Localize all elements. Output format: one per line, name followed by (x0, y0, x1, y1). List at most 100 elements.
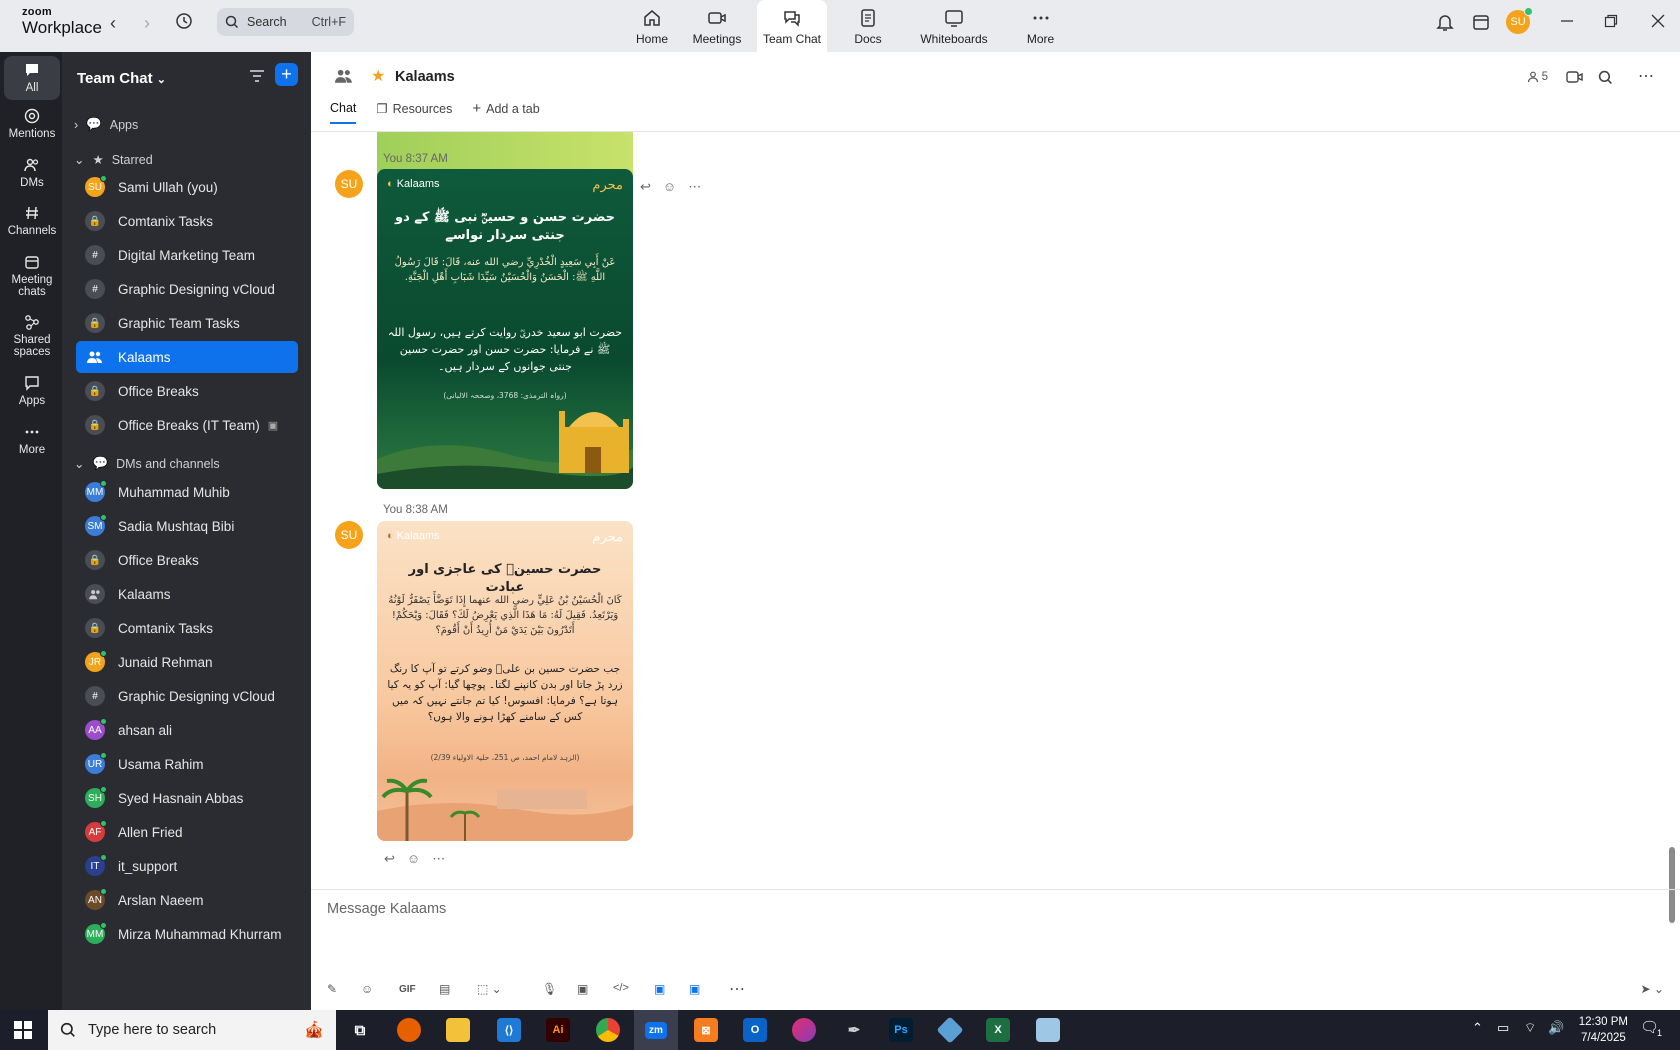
reply-icon[interactable]: ↩ (640, 179, 651, 195)
file-explorer-icon[interactable] (446, 1018, 470, 1042)
sidebar-item-kalaams[interactable]: Kalaams (76, 341, 298, 373)
sidebar-item-graphic-designing[interactable]: # Graphic Designing vCloud (76, 273, 298, 305)
outlook-icon[interactable]: O (743, 1018, 767, 1042)
tab-home[interactable]: Home (623, 0, 681, 52)
message-image-card[interactable]: ◐ Kalaams محرم حضرت حسن و حسینؓ نبی ﷺ کے… (377, 169, 633, 489)
section-dms[interactable]: ⌄ 💬 DMs and channels (74, 456, 220, 471)
illustrator-icon[interactable]: Ai (546, 1018, 570, 1042)
more-options-icon[interactable]: ⋯ (1638, 66, 1654, 86)
sidebar-item-it-support[interactable]: IT it_support (76, 850, 298, 882)
network-icon[interactable]: ▭ (1497, 1020, 1509, 1036)
taskbar-search-input[interactable]: Type here to search 🎪 (48, 1010, 336, 1050)
search-input[interactable]: Search Ctrl+F (217, 8, 354, 36)
sidebar-item-allen-fried[interactable]: AF Allen Fried (76, 816, 298, 848)
sidebar-item-sadia-mushtaq[interactable]: SM Sadia Mushtaq Bibi (76, 510, 298, 542)
tab-more[interactable]: More (1018, 0, 1063, 52)
creative-cloud-icon[interactable] (792, 1018, 816, 1042)
rail-more[interactable]: More (4, 424, 60, 456)
firefox-icon[interactable] (397, 1018, 421, 1042)
close-icon[interactable] (1651, 14, 1665, 33)
tab-meetings[interactable]: Meetings (685, 0, 749, 52)
sidebar-item-graphic-designing-dm[interactable]: # Graphic Designing vCloud (76, 680, 298, 712)
message-input[interactable]: Message Kalaams (327, 901, 446, 917)
code-snippet-icon[interactable]: </> (613, 982, 629, 994)
video-message-icon[interactable]: ▣ (577, 982, 588, 996)
sidebar-item-digital-marketing[interactable]: # Digital Marketing Team (76, 239, 298, 271)
tab-docs[interactable]: Docs (843, 0, 893, 52)
rail-apps[interactable]: Apps (4, 375, 60, 407)
sidebar-item-office-breaks-dm[interactable]: 🔒 Office Breaks (76, 544, 298, 576)
pen-tool-icon[interactable]: ✒ (842, 1018, 866, 1042)
chrome-icon[interactable] (596, 1018, 620, 1042)
sidebar-item-usama-rahim[interactable]: UR Usama Rahim (76, 748, 298, 780)
volume-icon[interactable]: 🔊 (1548, 1020, 1564, 1036)
show-hidden-icons[interactable]: ⌃ (1472, 1020, 1483, 1036)
send-icon[interactable]: ➤ ⌄ (1641, 982, 1664, 996)
sidebar-item-junaid-rehman[interactable]: JR Junaid Rehman (76, 646, 298, 678)
tab-add[interactable]: + Add a tab (472, 100, 539, 124)
file-icon[interactable]: ▤ (439, 982, 450, 996)
section-apps[interactable]: › 💬 Apps (74, 117, 138, 132)
app-shortcut-icon[interactable]: ▣ (689, 982, 700, 996)
section-starred[interactable]: ⌄ ★ Starred (74, 152, 153, 168)
zoom-icon[interactable]: zm (634, 1010, 678, 1050)
more-options-icon[interactable]: ⋯ (688, 179, 701, 195)
search-icon[interactable] (1598, 70, 1613, 90)
restore-icon[interactable] (1604, 14, 1618, 33)
sidebar-item-arslan-naeem[interactable]: AN Arslan Naeem (76, 884, 298, 916)
rail-meeting-chats[interactable]: Meeting chats (4, 254, 60, 298)
task-view-icon[interactable]: ⧉ (348, 1018, 372, 1042)
sidebar-item-ahsan-ali[interactable]: AA ahsan ali (76, 714, 298, 746)
app-shortcut-icon[interactable]: ▣ (654, 982, 665, 996)
microphone-icon[interactable]: 🎙 (542, 982, 557, 996)
gif-icon[interactable]: GIF (399, 984, 416, 995)
chat-scrollbar[interactable] (1669, 847, 1675, 923)
sidebar-item-comtanix-tasks[interactable]: 🔒 Comtanix Tasks (76, 205, 298, 237)
rail-channels[interactable]: Channels (4, 205, 60, 237)
calendar-icon[interactable] (1472, 12, 1490, 37)
new-chat-button[interactable]: + (275, 63, 298, 86)
message-image-card[interactable]: ◐ Kalaams محرم حضرت حسینؓ کی عاجزی اور ع… (377, 521, 633, 841)
avatar[interactable]: SU (335, 521, 363, 549)
sidebar-item-sami-ullah[interactable]: SU Sami Ullah (you) (76, 171, 298, 203)
rail-all[interactable]: All (4, 56, 60, 100)
reply-icon[interactable]: ↩ (384, 851, 395, 867)
emoji-reaction-icon[interactable]: ☺ (407, 851, 420, 867)
sidebar-item-mirza-khurram[interactable]: MM Mirza Muhammad Khurram (76, 918, 298, 950)
xampp-icon[interactable]: ⊠ (694, 1018, 718, 1042)
photoshop-icon[interactable]: Ps (889, 1018, 913, 1042)
screenshot-icon[interactable]: ⬚ ⌄ (477, 982, 502, 996)
windows-start-icon[interactable] (14, 1021, 32, 1044)
format-icon[interactable]: ✎ (327, 982, 337, 996)
history-icon[interactable] (175, 12, 193, 35)
wifi-icon[interactable]: ⌔ (1524, 1020, 1536, 1036)
back-arrow-icon[interactable]: ‹ (110, 13, 116, 34)
sidebar-item-graphic-team-tasks[interactable]: 🔒 Graphic Team Tasks (76, 307, 298, 339)
notification-center-icon[interactable]: 🗨 1 (1640, 1018, 1662, 1038)
sidebar-item-kalaams-dm[interactable]: Kalaams (76, 578, 298, 610)
rail-dms[interactable]: DMs (4, 157, 60, 189)
app-icon[interactable] (936, 1016, 964, 1044)
tab-team-chat[interactable]: Team Chat (757, 0, 827, 52)
avatar[interactable]: SU (335, 170, 363, 198)
filter-icon[interactable] (248, 67, 266, 90)
vscode-icon[interactable]: ⟨⟩ (497, 1018, 521, 1042)
notepad-icon[interactable] (1036, 1018, 1060, 1042)
sidebar-item-office-breaks[interactable]: 🔒 Office Breaks (76, 375, 298, 407)
star-icon[interactable]: ★ (371, 66, 385, 86)
tab-chat[interactable]: Chat (330, 100, 357, 124)
rail-mentions[interactable]: Mentions (4, 108, 60, 140)
tab-whiteboards[interactable]: Whiteboards (913, 0, 995, 52)
sidebar-item-syed-hasnain[interactable]: SH Syed Hasnain Abbas (76, 782, 298, 814)
forward-arrow-icon[interactable]: › (144, 13, 150, 34)
sidebar-item-muhammad-muhib[interactable]: MM Muhammad Muhib (76, 476, 298, 508)
emoji-icon[interactable]: ☺ (361, 982, 373, 996)
tab-resources[interactable]: ❐ Resources (376, 100, 452, 124)
more-options-icon[interactable]: ⋯ (432, 851, 445, 867)
sidebar-title[interactable]: Team Chat ⌄ (77, 70, 166, 87)
sidebar-item-comtanix-tasks-dm[interactable]: 🔒 Comtanix Tasks (76, 612, 298, 644)
minimize-icon[interactable] (1560, 14, 1574, 33)
excel-icon[interactable]: X (986, 1018, 1010, 1042)
notifications-bell-icon[interactable] (1436, 12, 1454, 37)
user-avatar[interactable]: SU (1506, 7, 1533, 34)
